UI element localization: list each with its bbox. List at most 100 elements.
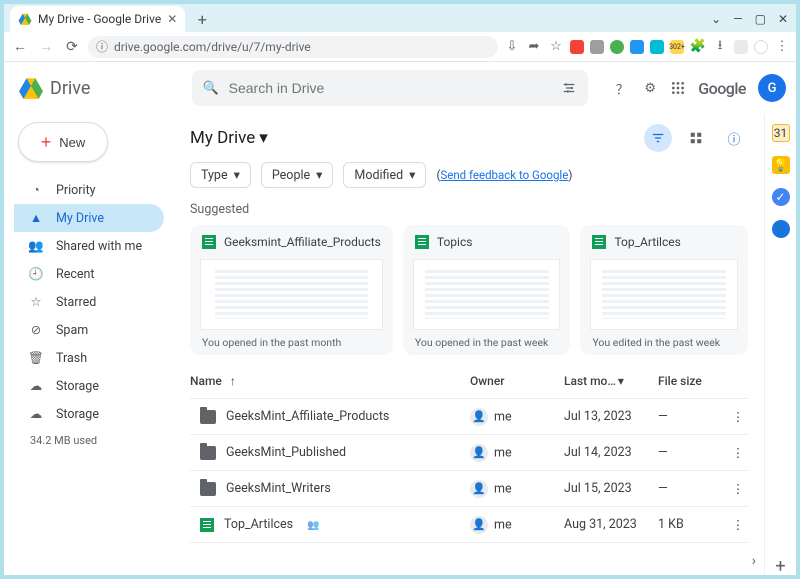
sheets-icon xyxy=(200,518,214,532)
forward-button[interactable]: → xyxy=(36,37,56,57)
owner-avatar-icon: 👤 xyxy=(470,516,488,534)
product-name: Drive xyxy=(50,78,90,99)
row-menu-button[interactable]: ⋮ xyxy=(728,409,748,425)
col-owner[interactable]: Owner xyxy=(470,374,564,388)
keep-addon-icon[interactable]: 💡 xyxy=(772,156,790,174)
row-menu-button[interactable]: ⋮ xyxy=(728,445,748,461)
new-button-label: New xyxy=(59,135,85,150)
extension-icon[interactable] xyxy=(630,40,644,54)
feedback-link-wrap: (Send feedback to Google) xyxy=(436,168,572,182)
filter-people-chip[interactable]: People▾ xyxy=(261,162,334,188)
bookmark-icon[interactable]: ☆ xyxy=(548,39,564,55)
extensions-menu-icon[interactable]: 🧩 xyxy=(690,39,706,55)
tasks-addon-icon[interactable]: ✓ xyxy=(772,188,790,206)
support-icon[interactable]: ？ xyxy=(614,80,630,96)
sidebar-item-storage[interactable]: ☁Storage xyxy=(14,400,164,428)
hide-panel-icon[interactable]: › xyxy=(752,553,756,569)
contacts-addon-icon[interactable]: 👤 xyxy=(772,220,790,238)
table-row[interactable]: GeeksMint_Writers 👤me Jul 15, 2023 — ⋮ xyxy=(190,471,748,507)
extension-badge[interactable]: 302+ xyxy=(670,40,684,54)
close-window-icon[interactable]: ✕ xyxy=(778,12,788,26)
card-title: Geeksmint_Affiliate_Products xyxy=(224,235,381,249)
drive-logo[interactable]: Drive xyxy=(18,75,90,101)
col-size[interactable]: File size xyxy=(658,374,728,388)
new-button[interactable]: + New xyxy=(18,122,108,162)
extension-icon[interactable] xyxy=(570,40,584,54)
chevron-down-icon[interactable]: ⌄ xyxy=(711,12,721,26)
minimize-icon[interactable]: — xyxy=(733,12,742,26)
new-tab-button[interactable]: + xyxy=(191,8,213,30)
calendar-addon-icon[interactable]: 31 xyxy=(772,124,790,142)
sidebar-item-trash[interactable]: 🗑Trash xyxy=(14,344,164,372)
sidebar-item-storage[interactable]: ☁Storage xyxy=(14,372,164,400)
filter-modified-chip[interactable]: Modified▾ xyxy=(343,162,426,188)
profile-avatar-icon[interactable] xyxy=(754,40,768,54)
modified-text: Jul 14, 2023 xyxy=(564,445,658,460)
browser-tab[interactable]: My Drive - Google Drive ✕ xyxy=(10,6,185,32)
sheets-icon xyxy=(415,235,429,249)
address-bar[interactable]: ⓘ drive.google.com/drive/u/7/my-drive xyxy=(88,36,498,58)
settings-icon[interactable]: ⚙ xyxy=(642,80,658,96)
col-modified[interactable]: Last mo…▾ xyxy=(564,374,658,388)
file-name: GeeksMint_Writers xyxy=(226,481,331,496)
suggested-card[interactable]: Geeksmint_Affiliate_Products You opened … xyxy=(190,225,393,355)
extension-icon[interactable] xyxy=(590,40,604,54)
sidebar-item-my-drive[interactable]: ▲My Drive xyxy=(14,204,164,232)
share-icon[interactable]: ➦ xyxy=(526,39,542,55)
search-input[interactable] xyxy=(229,80,551,96)
sidebar-item-spam[interactable]: ⊘Spam xyxy=(14,316,164,344)
downloads-icon[interactable]: ⭳ xyxy=(712,39,728,55)
maximize-icon[interactable]: ▢ xyxy=(755,12,766,26)
sidebar-item-shared[interactable]: 👥Shared with me xyxy=(14,232,164,260)
sidebar-item-recent[interactable]: 🕘Recent xyxy=(14,260,164,288)
grid-view-button[interactable] xyxy=(682,124,710,152)
owner-avatar-icon: 👤 xyxy=(470,408,488,426)
side-panel: 31 💡 ✓ 👤 + xyxy=(764,114,796,575)
table-row[interactable]: GeeksMint_Published 👤me Jul 14, 2023 — ⋮ xyxy=(190,435,748,471)
owner-text: me xyxy=(494,481,512,496)
search-options-icon[interactable] xyxy=(560,81,578,95)
recent-icon: 🕘 xyxy=(28,267,44,282)
extension-icon[interactable] xyxy=(610,40,624,54)
modified-text: Jul 15, 2023 xyxy=(564,481,658,496)
card-title: Top_Artilces xyxy=(614,235,680,249)
owner-text: me xyxy=(494,517,512,532)
install-icon[interactable]: ⇩ xyxy=(504,39,520,55)
col-name[interactable]: Name↑ xyxy=(190,374,470,388)
reload-button[interactable]: ⟳ xyxy=(62,37,82,57)
row-menu-button[interactable]: ⋮ xyxy=(728,481,748,497)
suggested-heading: Suggested xyxy=(190,202,748,217)
card-thumbnail xyxy=(590,259,738,330)
site-info-icon[interactable]: ⓘ xyxy=(96,38,108,55)
feedback-link[interactable]: Send feedback to Google xyxy=(440,168,568,182)
suggested-card[interactable]: Topics You opened in the past week xyxy=(403,225,571,355)
search-bar[interactable]: 🔍 xyxy=(192,70,588,106)
back-button[interactable]: ← xyxy=(10,37,30,57)
size-text: — xyxy=(658,445,728,460)
drive-icon: ▲ xyxy=(28,211,44,226)
browser-toolbar: ← → ⟳ ⓘ drive.google.com/drive/u/7/my-dr… xyxy=(4,32,796,62)
browser-menu-icon[interactable]: ⋮ xyxy=(774,39,790,55)
tab-title: My Drive - Google Drive xyxy=(38,12,161,26)
sidebar-item-priority[interactable]: ◔Priority xyxy=(14,176,164,204)
table-row[interactable]: Top_Artilces 👤me Aug 31, 2023 1 KB ⋮ xyxy=(190,507,748,543)
sidebar: + New ◔Priority ▲My Drive 👥Shared with m… xyxy=(4,114,174,575)
caret-down-icon: ▾ xyxy=(316,167,322,183)
profile-icon[interactable] xyxy=(734,40,748,54)
sidebar-item-starred[interactable]: ☆Starred xyxy=(14,288,164,316)
close-tab-icon[interactable]: ✕ xyxy=(167,12,177,26)
filter-type-chip[interactable]: Type▾ xyxy=(190,162,251,188)
info-icon: ⓘ xyxy=(727,129,740,148)
filter-button[interactable] xyxy=(644,124,672,152)
suggested-card[interactable]: Top_Artilces You edited in the past week xyxy=(580,225,748,355)
details-button[interactable]: ⓘ xyxy=(720,124,748,152)
extension-icon[interactable] xyxy=(650,40,664,54)
account-avatar[interactable]: G xyxy=(758,74,786,102)
star-icon: ☆ xyxy=(28,294,44,310)
apps-grid-icon[interactable] xyxy=(670,80,686,96)
card-title: Topics xyxy=(437,235,473,249)
page-title[interactable]: My Drive ▾ xyxy=(190,128,268,148)
table-row[interactable]: GeeksMint_Affiliate_Products 👤me Jul 13,… xyxy=(190,399,748,435)
row-menu-button[interactable]: ⋮ xyxy=(728,517,748,533)
add-addon-icon[interactable]: + xyxy=(772,557,790,575)
